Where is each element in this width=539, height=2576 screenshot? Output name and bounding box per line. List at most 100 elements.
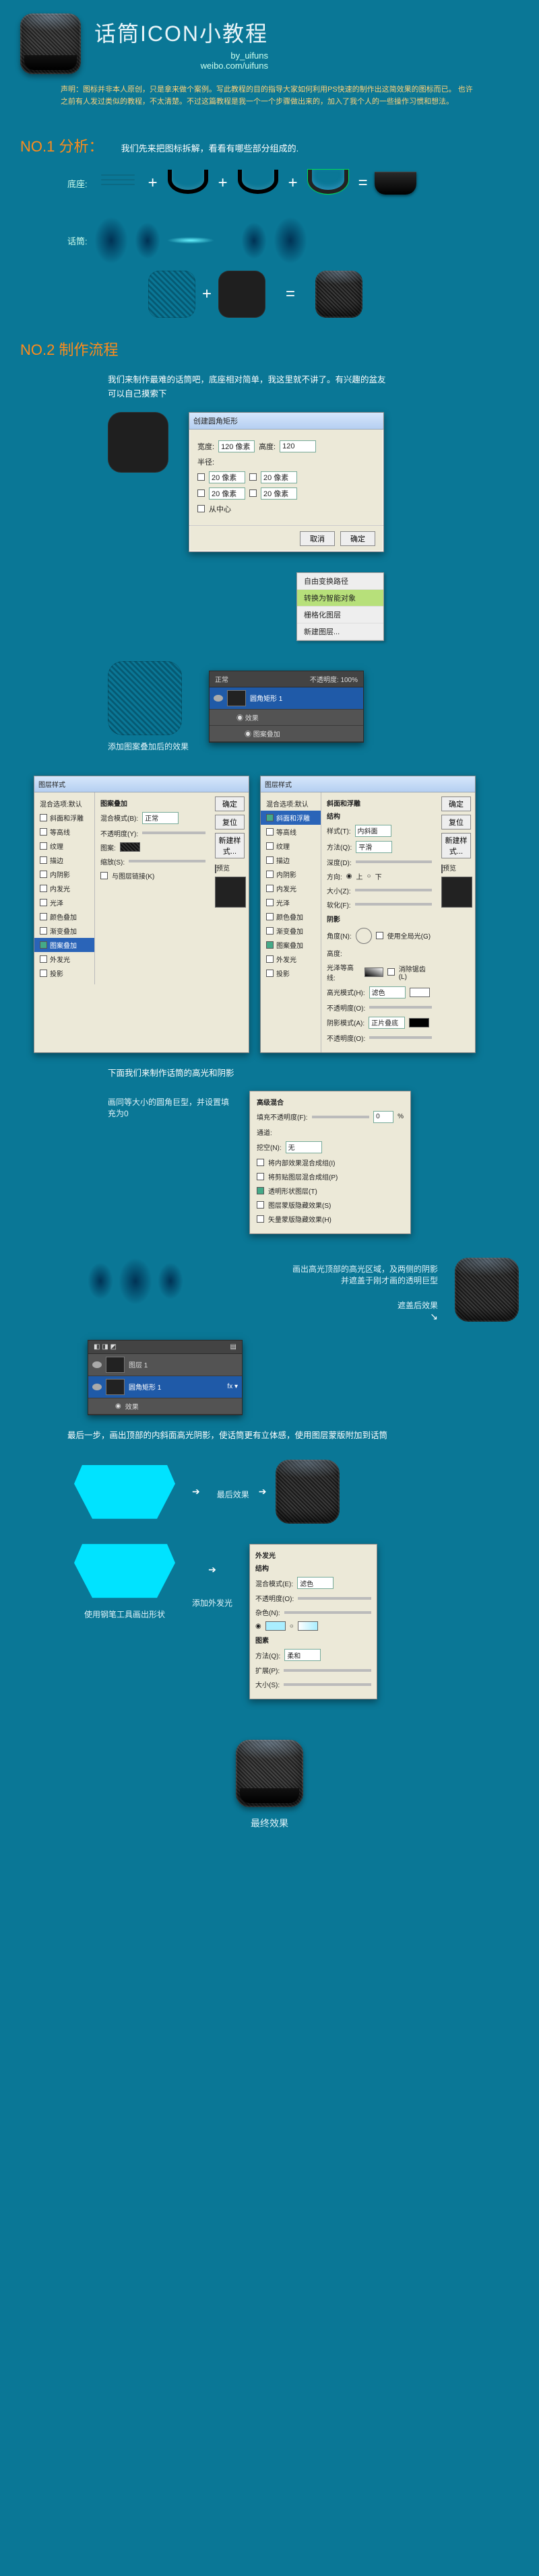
ls-opt[interactable]: 斜面和浮雕 [34, 811, 94, 825]
ls-opt[interactable]: 光泽 [261, 895, 321, 910]
ls-opt-pattern[interactable]: 图案叠加 [34, 938, 94, 952]
center-check[interactable] [197, 505, 205, 512]
equals-icon: = [286, 285, 295, 304]
width-input[interactable]: 120 像素 [218, 440, 255, 452]
ls-opt[interactable]: 图案叠加 [261, 938, 321, 952]
caption-drawhighlight: 画出高光顶部的高光区域，及两侧的阴影 并遮盖于刚才画的透明巨型 [200, 1263, 438, 1286]
ls-opt[interactable]: 渐变叠加 [261, 924, 321, 938]
glow-shape-icon [74, 1465, 175, 1519]
ls-opt[interactable]: 等高线 [34, 825, 94, 839]
depth-slider[interactable] [356, 860, 432, 863]
preview-swatch [215, 877, 246, 908]
disclaimer-text: 声明：图标并非本人原创，只是拿来做个案例。写此教程的目的指导大家如何利用PS快速… [61, 84, 478, 108]
caption-addglow: 添加外发光 [192, 1597, 232, 1608]
pattern-swatch[interactable] [120, 842, 140, 852]
radius-tl-input[interactable]: 20 像素 [209, 471, 245, 483]
reset-button[interactable]: 复位 [441, 815, 471, 829]
method-select[interactable]: 平滑 [356, 841, 392, 853]
angle-dial[interactable] [356, 928, 372, 944]
ctx-item[interactable]: 自由变换路径 [297, 573, 383, 590]
cancel-button[interactable]: 取消 [300, 531, 335, 546]
ok-button[interactable]: 确定 [441, 796, 471, 811]
layers2-step: ◧ ◨ ◩▤ 图层 1 圆角矩形 1 fx ▾ ◉ 效果 [88, 1340, 519, 1415]
radius-tr-input[interactable]: 20 像素 [261, 471, 297, 483]
ls-opt[interactable]: 混合选项:默认 [261, 796, 321, 811]
plus-icon: + [202, 285, 212, 304]
fx-row[interactable]: ◉ 效果 [88, 1398, 242, 1415]
ls-opt[interactable]: 描边 [34, 853, 94, 867]
ls-opt[interactable]: 内发光 [261, 881, 321, 895]
reset-button[interactable]: 复位 [215, 815, 245, 829]
ls-opt[interactable]: 外发光 [34, 952, 94, 966]
ls-opt[interactable]: 外发光 [261, 952, 321, 966]
fx-row[interactable]: ◉ 效果 [210, 710, 363, 726]
ok-button[interactable]: 确定 [215, 796, 245, 811]
newstyle-button[interactable]: 新建样式... [215, 833, 245, 858]
ls-opt[interactable]: 混合选项:默认 [34, 796, 94, 811]
link-check[interactable] [197, 489, 205, 497]
ls-opt[interactable]: 投影 [261, 966, 321, 980]
ls-opt[interactable]: 内发光 [34, 881, 94, 895]
ls-opt[interactable]: 内阴影 [34, 867, 94, 881]
ls-sidebar: 混合选项:默认 斜面和浮雕 等高线 纹理 描边 内阴影 内发光 光泽 颜色叠加 … [34, 792, 95, 984]
dialog-title: 图层样式 [34, 776, 249, 792]
ls-opt[interactable]: 纹理 [261, 839, 321, 853]
contour-swatch[interactable] [364, 968, 383, 977]
size-slider[interactable] [355, 889, 432, 891]
layers-panel: ◧ ◨ ◩▤ 图层 1 圆角矩形 1 fx ▾ ◉ 效果 [88, 1340, 243, 1415]
dialog-title: 创建圆角矩形 [189, 413, 383, 430]
height-input[interactable]: 120 [280, 440, 316, 452]
ls-opt[interactable]: 投影 [34, 966, 94, 980]
fx-row[interactable]: ◉ 图案叠加 [210, 726, 363, 742]
context-menu-step: 自由变换路径 转换为智能对象 栅格化图层 新建图层... [108, 572, 519, 641]
soften-slider[interactable] [355, 903, 432, 906]
blend-select[interactable]: 正常 [142, 812, 179, 824]
link-check[interactable] [249, 473, 257, 481]
create-rrect-dialog: 创建圆角矩形 宽度: 120 像素 高度: 120 半径: 20 像素 20 像… [189, 412, 384, 552]
shadow-blob-small-icon [158, 1262, 183, 1299]
base-final-icon [375, 172, 416, 195]
link-check[interactable] [197, 473, 205, 481]
ctx-item[interactable]: 栅格化图层 [297, 607, 383, 623]
ctx-item[interactable]: 新建图层... [297, 623, 383, 640]
context-menu: 自由变换路径 转换为智能对象 栅格化图层 新建图层... [296, 572, 384, 641]
fill-opacity-slider[interactable] [312, 1116, 370, 1118]
shadow-blob-small-icon [241, 222, 267, 259]
ls-opt[interactable]: 描边 [261, 853, 321, 867]
highlight-line-icon [167, 237, 214, 244]
dark-rrect-icon [108, 412, 168, 473]
blend-mode-select[interactable]: 正常 [215, 674, 228, 684]
ls-opt[interactable]: 等高线 [261, 825, 321, 839]
byline: by_uifuns weibo.com/uifuns [94, 50, 268, 71]
ok-button[interactable]: 确定 [340, 531, 375, 546]
pattern-overlay-step: 添加图案叠加后的效果 正常 不透明度: 100% 圆角矩形 1 ◉ 效果 ◉ 图… [108, 661, 519, 752]
radius-bl-input[interactable]: 20 像素 [209, 487, 245, 500]
layer-row[interactable]: 圆角矩形 1 fx ▾ [88, 1376, 242, 1398]
ls-opt-bevel[interactable]: 斜面和浮雕 [261, 811, 321, 825]
layer-row[interactable]: 圆角矩形 1 [210, 687, 363, 710]
ls-opt[interactable]: 内阴影 [261, 867, 321, 881]
ls-opt[interactable]: 颜色叠加 [261, 910, 321, 924]
ls-opt[interactable]: 纹理 [34, 839, 94, 853]
ls-opt[interactable]: 光泽 [34, 895, 94, 910]
glow-color-swatch[interactable] [265, 1621, 286, 1631]
preview-swatch [441, 877, 472, 908]
link-check[interactable] [249, 489, 257, 497]
style-select[interactable]: 内斜面 [355, 825, 391, 837]
ls-opt[interactable]: 渐变叠加 [34, 924, 94, 938]
layers-panel: 正常 不透明度: 100% 圆角矩形 1 ◉ 效果 ◉ 图案叠加 [209, 671, 364, 743]
section1-heading: NO.1 分析： 我们先来把图标拆解，看看有哪些部分组成的. [20, 135, 519, 156]
ctx-item-smartobject[interactable]: 转换为智能对象 [297, 590, 383, 607]
scale-slider[interactable] [129, 860, 205, 862]
newstyle-button[interactable]: 新建样式... [441, 833, 471, 858]
ls-opt[interactable]: 颜色叠加 [34, 910, 94, 924]
layer-row[interactable]: 图层 1 [88, 1354, 242, 1376]
eye-icon[interactable] [214, 695, 223, 702]
eye-icon[interactable] [92, 1384, 102, 1390]
radius-br-input[interactable]: 20 像素 [261, 487, 297, 500]
eye-icon[interactable] [92, 1361, 102, 1368]
base-curve-lit-icon [305, 170, 352, 197]
hero-microphone-icon [20, 13, 81, 74]
layer-thumb-icon [106, 1357, 125, 1373]
opacity-slider[interactable] [142, 832, 205, 834]
